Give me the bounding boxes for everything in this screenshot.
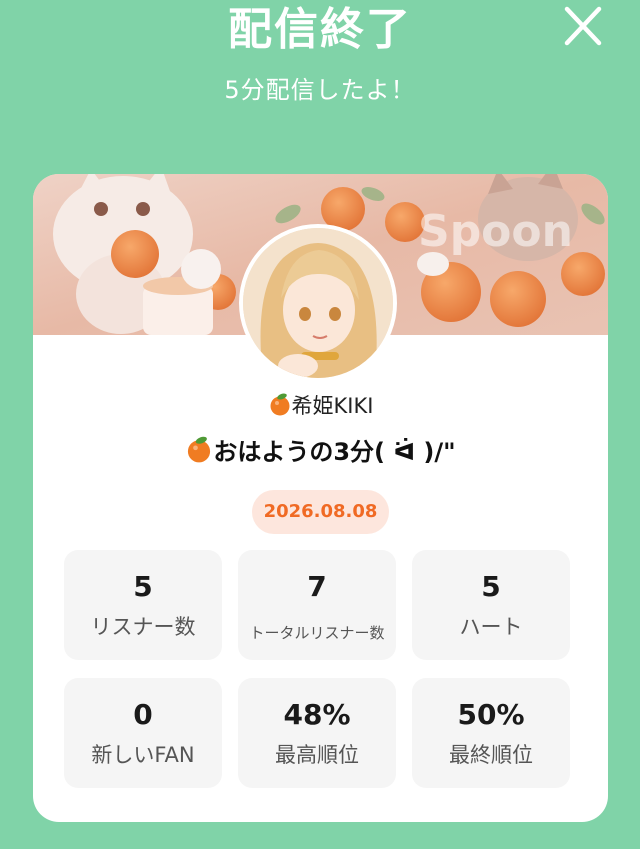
orange-emoji-icon — [270, 393, 290, 416]
stat-listeners: 5 リスナー数 — [64, 550, 222, 660]
stat-value: 0 — [133, 698, 153, 731]
live-title: おはようの3分( ᐛ )/" — [33, 434, 608, 470]
avatar[interactable] — [239, 224, 397, 382]
stat-total-listeners: 7 トータルリスナー数 — [238, 550, 396, 660]
dj-name: 希姫KIKI — [33, 390, 608, 422]
stat-label: トータルリスナー数 — [249, 624, 385, 642]
page-title: 配信終了 — [228, 4, 412, 55]
live-title-text: おはようの3分( ᐛ )/" — [213, 438, 456, 466]
stat-value: 5 — [481, 570, 501, 603]
stat-value: 48% — [283, 698, 351, 731]
stat-label: 最終順位 — [449, 743, 533, 767]
orange-emoji-icon — [188, 436, 211, 463]
dj-name-text: 希姫KIKI — [291, 394, 374, 418]
stat-label: リスナー数 — [90, 615, 196, 639]
live-summary-card: Spoon 希姫KIKI おはようの3分( ᐛ )/" 2026.08.08 5… — [33, 174, 608, 822]
stat-value: 50% — [457, 698, 525, 731]
banner-watermark: Spoon — [418, 206, 573, 257]
close-icon — [564, 6, 602, 46]
stat-highest-rank: 48% 最高順位 — [238, 678, 396, 788]
close-button[interactable] — [560, 6, 606, 46]
stat-label: ハート — [459, 615, 523, 639]
stat-label: 新しいFAN — [91, 743, 195, 767]
broadcast-duration-text: 5分配信したよ！ — [224, 76, 416, 104]
stat-final-rank: 50% 最終順位 — [412, 678, 570, 788]
stat-new-fans: 0 新しいFAN — [64, 678, 222, 788]
date-badge: 2026.08.08 — [252, 490, 389, 534]
stat-hearts: 5 ハート — [412, 550, 570, 660]
stat-label: 最高順位 — [275, 743, 359, 767]
stat-value: 5 — [133, 570, 153, 603]
stat-value: 7 — [307, 570, 327, 603]
